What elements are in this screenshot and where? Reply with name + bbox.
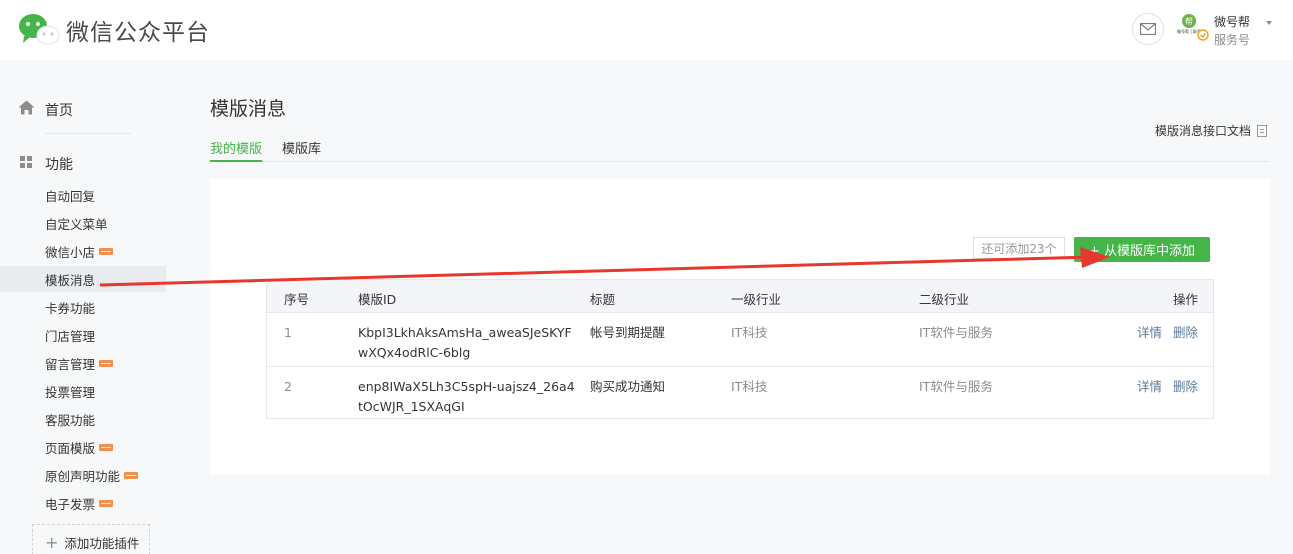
- sidebar-divider: [45, 133, 131, 134]
- sidebar-item-label: 页面模版: [45, 440, 96, 456]
- sidebar-item-label: 客服功能: [45, 412, 96, 428]
- row-detail-link[interactable]: 详情: [1137, 377, 1162, 397]
- row-index: 1: [284, 325, 292, 340]
- sidebar-item[interactable]: 投票管理: [0, 378, 166, 404]
- row-title: 帐号到期提醒: [590, 325, 666, 340]
- row-template-id-line2: tOcWJR_1SXAqGI: [358, 399, 465, 414]
- sidebar-section-functions: 功能: [45, 157, 73, 173]
- sidebar-item[interactable]: 自动回复: [0, 182, 166, 208]
- sidebar-item-label: 留言管理: [45, 356, 96, 372]
- col-header-template-id: 模版ID: [358, 292, 397, 307]
- chevron-down-icon[interactable]: [1266, 21, 1272, 25]
- sidebar-item-home[interactable]: 首页: [45, 100, 73, 120]
- wechat-logo-icon[interactable]: [18, 12, 60, 46]
- sidebar-item[interactable]: 留言管理: [0, 350, 166, 376]
- sidebar-item[interactable]: 原创声明功能: [0, 462, 166, 488]
- col-header-industry-1: 一级行业: [731, 292, 782, 307]
- api-doc-link-label: 模版消息接口文档: [1155, 124, 1252, 138]
- col-header-index: 序号: [284, 292, 310, 307]
- platform-title[interactable]: 微信公众平台: [66, 13, 210, 47]
- row-template-id-line1: KbpI3LkhAksAmsHa_aweaSJeSKYF: [358, 325, 572, 340]
- grid-icon: [20, 156, 32, 168]
- table-header: 序号 模版ID 标题 一级行业 二级行业 操作: [267, 280, 1213, 313]
- row-template-id-line2: wXQx4odRlC-6blg: [358, 345, 471, 360]
- active-tab-indicator: [210, 160, 262, 162]
- avatar-caption-text: 微号帮 | 助手: [1177, 28, 1201, 34]
- row-delete-link[interactable]: 删除: [1173, 323, 1198, 343]
- sidebar-item-label: 门店管理: [45, 328, 96, 344]
- account-avatar[interactable]: 帮 微号帮 | 助手: [1176, 13, 1210, 43]
- row-title: 购买成功通知: [590, 379, 666, 394]
- page-title: 模版消息: [210, 98, 287, 120]
- new-badge-icon: [99, 443, 114, 451]
- sidebar-item-label: 原创声明功能: [45, 468, 121, 484]
- sidebar-item-label: 微信小店: [45, 244, 96, 260]
- sidebar-item[interactable]: 卡券功能: [0, 294, 166, 320]
- account-type: 服务号: [1214, 33, 1251, 47]
- sidebar-item-label: 自动回复: [45, 188, 96, 204]
- account-name[interactable]: 微号帮: [1214, 13, 1250, 30]
- sidebar-item[interactable]: 自定义菜单: [0, 210, 166, 236]
- new-badge-icon: [99, 247, 114, 255]
- sidebar-item-label: 电子发票: [45, 496, 96, 512]
- new-badge-icon: [99, 499, 114, 507]
- table-row: 2 enp8IWaX5Lh3C5spH-uajsz4_26a4 tOcWJR_1…: [267, 366, 1213, 419]
- sidebar-item[interactable]: 页面模版: [0, 434, 166, 460]
- sidebar-item-label: 投票管理: [45, 384, 96, 400]
- row-industry-2: IT软件与服务: [919, 379, 993, 394]
- sidebar-item[interactable]: 微信小店: [0, 238, 166, 264]
- avatar-logo-text: 帮: [1185, 16, 1193, 26]
- row-index: 2: [284, 379, 292, 394]
- row-delete-link[interactable]: 删除: [1173, 377, 1198, 397]
- sidebar-item-label: 卡券功能: [45, 300, 96, 316]
- sidebar-item[interactable]: 客服功能: [0, 406, 166, 432]
- top-header: 微信公众平台 帮 微号帮 | 助手 微号帮 服务号: [0, 0, 1293, 60]
- document-icon: [1257, 124, 1268, 137]
- row-template-id-line1: enp8IWaX5Lh3C5spH-uajsz4_26a4: [358, 379, 575, 394]
- col-header-actions: 操作: [1173, 292, 1199, 307]
- new-badge-icon: [99, 359, 114, 367]
- sidebar-item[interactable]: 门店管理: [0, 322, 166, 348]
- home-icon[interactable]: [18, 100, 35, 115]
- mail-button[interactable]: [1132, 13, 1164, 45]
- mail-icon: [1140, 23, 1156, 35]
- tab-template-library[interactable]: 模版库: [282, 138, 321, 157]
- sidebar-item[interactable]: 电子发票: [0, 490, 166, 516]
- col-header-title: 标题: [590, 292, 616, 307]
- sidebar-item-label: 模板消息: [45, 272, 96, 288]
- add-plugin-button[interactable]: + 添加功能插件: [32, 524, 150, 554]
- add-plugin-label: 添加功能插件: [64, 535, 140, 551]
- tab-my-templates[interactable]: 我的模版: [210, 138, 262, 157]
- tabs-divider: [210, 161, 1270, 162]
- new-badge-icon: [124, 471, 139, 479]
- remaining-quota-badge: 还可添加23个: [973, 237, 1065, 259]
- row-industry-1: IT科技: [731, 325, 768, 340]
- table-row: 1 KbpI3LkhAksAmsHa_aweaSJeSKYF wXQx4odRl…: [267, 313, 1213, 366]
- api-doc-link[interactable]: 模版消息接口文档: [1155, 122, 1268, 139]
- add-from-library-button[interactable]: + 从模版库中添加: [1074, 237, 1210, 262]
- col-header-industry-2: 二级行业: [919, 292, 970, 307]
- row-detail-link[interactable]: 详情: [1137, 323, 1162, 343]
- template-table: 序号 模版ID 标题 一级行业 二级行业 操作 1 KbpI3LkhAksAms…: [266, 279, 1214, 419]
- plus-icon: +: [45, 532, 59, 552]
- sidebar-item[interactable]: 模板消息: [0, 266, 166, 292]
- row-industry-1: IT科技: [731, 379, 768, 394]
- row-industry-2: IT软件与服务: [919, 325, 993, 340]
- sidebar-item-label: 自定义菜单: [45, 216, 108, 232]
